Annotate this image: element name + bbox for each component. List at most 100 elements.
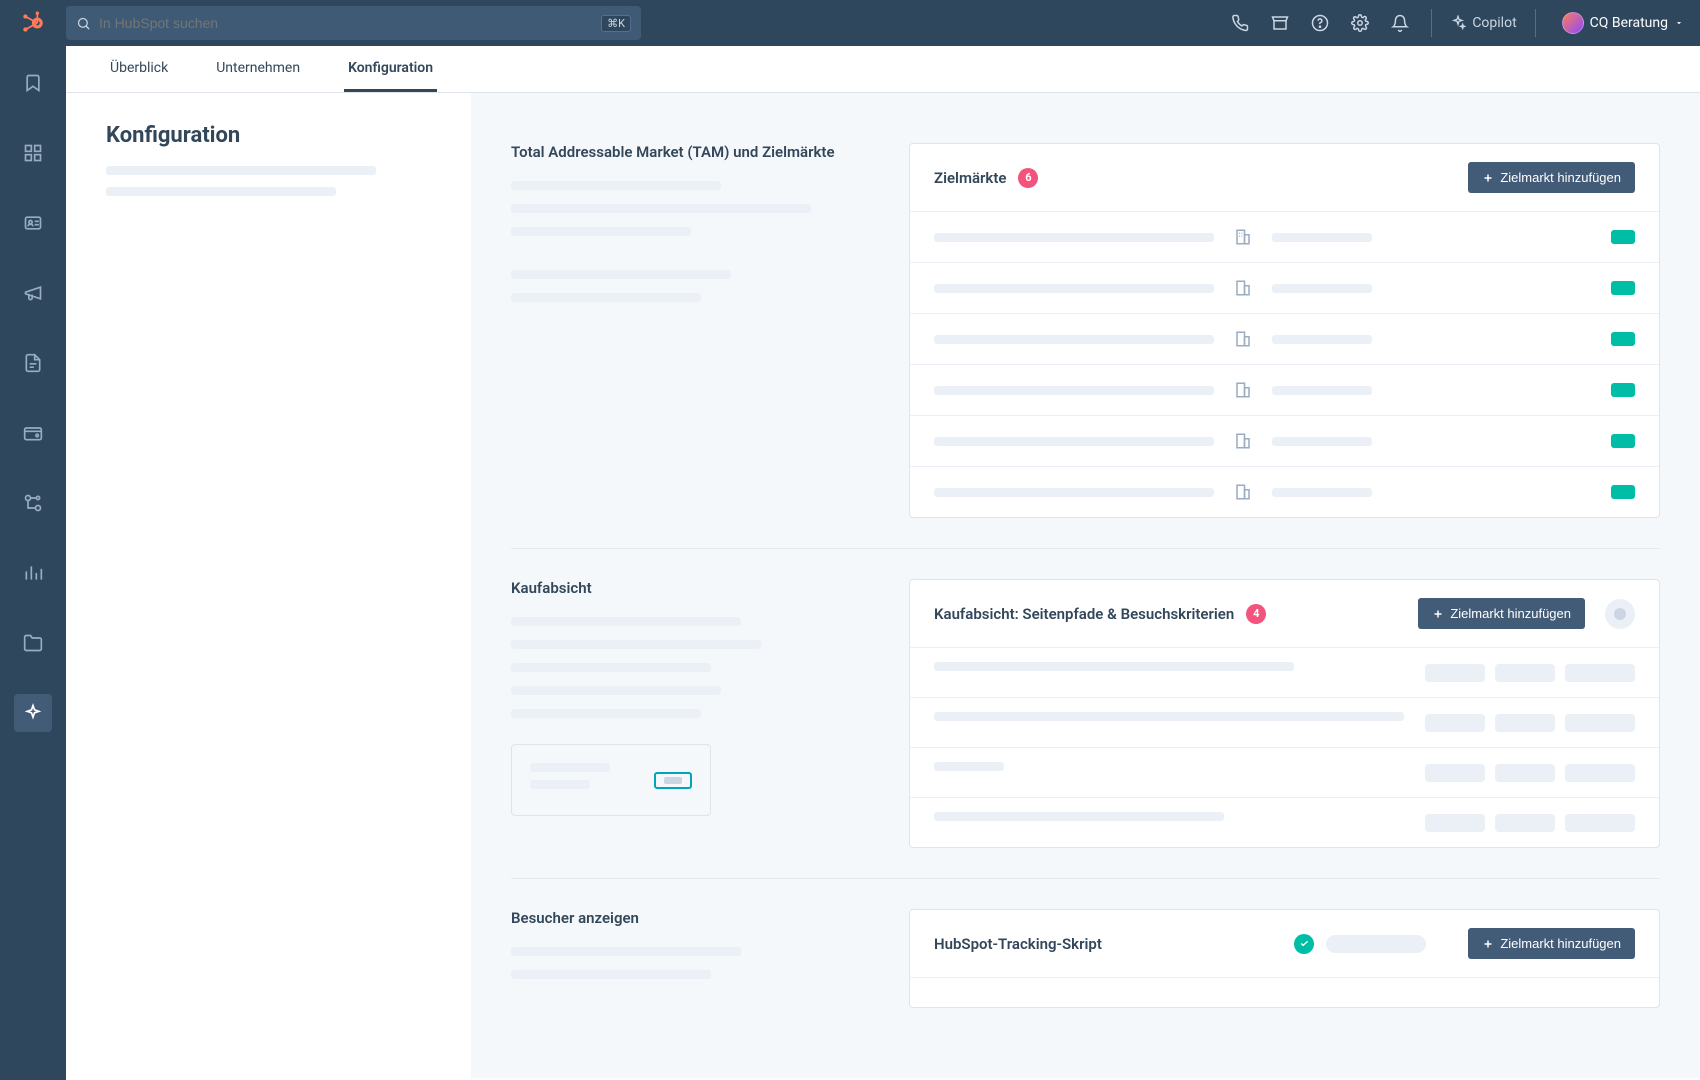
skeleton-line (511, 181, 721, 190)
contact-card-icon (23, 213, 43, 233)
add-intent-button[interactable]: Zielmarkt hinzufügen (1418, 598, 1585, 629)
plus-icon (1432, 608, 1444, 620)
intent-row[interactable] (910, 647, 1659, 697)
hubspot-logo[interactable] (0, 10, 66, 36)
targets-panel-title: Zielmärkte (934, 169, 1006, 187)
bar-chart-icon (23, 563, 43, 583)
skeleton-line (1272, 386, 1372, 395)
add-tracking-label: Zielmarkt hinzufügen (1500, 936, 1621, 951)
skeleton-line (511, 686, 721, 695)
nav-commerce[interactable] (14, 414, 52, 452)
plus-icon (1482, 172, 1494, 184)
grid-icon (23, 143, 43, 163)
target-row[interactable] (910, 364, 1659, 415)
page-tabs: Überblick Unternehmen Konfiguration (66, 46, 1700, 93)
target-row[interactable] (910, 313, 1659, 364)
nav-marketing[interactable] (14, 274, 52, 312)
illustration-card (511, 744, 711, 816)
nav-ai[interactable] (14, 694, 52, 732)
target-row[interactable] (910, 211, 1659, 262)
status-tag (1611, 383, 1635, 397)
skeleton-line (934, 488, 1214, 497)
topbar-right: Copilot CQ Beratung (1231, 9, 1684, 37)
skeleton-line (934, 284, 1214, 293)
section-tam: Total Addressable Market (TAM) und Zielm… (511, 113, 1660, 549)
copilot-button[interactable]: Copilot (1431, 9, 1535, 37)
skeleton-line (934, 437, 1214, 446)
tab-companies[interactable]: Unternehmen (212, 46, 304, 92)
building-icon (1234, 330, 1252, 348)
skeleton-line (511, 663, 711, 672)
skeleton-pill (1425, 664, 1485, 682)
gear-icon[interactable] (1351, 14, 1369, 32)
section-visitors-title: Besucher anzeigen (511, 909, 869, 927)
topbar: ⌘K Copilot CQ Beratung (0, 0, 1700, 46)
building-icon (1234, 381, 1252, 399)
tab-configuration[interactable]: Konfiguration (344, 46, 437, 92)
skeleton-line (1272, 335, 1372, 344)
target-row[interactable] (910, 415, 1659, 466)
bookmark-icon (23, 73, 43, 93)
skeleton-pill (1495, 664, 1555, 682)
status-tag (1611, 485, 1635, 499)
skeleton-line (1272, 284, 1372, 293)
hubspot-logo-icon (20, 10, 46, 36)
intent-row[interactable] (910, 697, 1659, 747)
nav-library[interactable] (14, 624, 52, 662)
help-icon[interactable] (1311, 14, 1329, 32)
section-tam-right: Zielmärkte 6 Zielmarkt hinzufügen (909, 143, 1660, 518)
nav-bookmarks[interactable] (14, 64, 52, 102)
skeleton-line (511, 617, 741, 626)
skeleton-pill (1495, 814, 1555, 832)
section-visitors-right: HubSpot-Tracking-Skript Zielmarkt hinzuf… (909, 909, 1660, 1008)
skeleton-line (934, 662, 1294, 671)
add-target-label: Zielmarkt hinzufügen (1500, 170, 1621, 185)
tracking-panel-header: HubSpot-Tracking-Skript Zielmarkt hinzuf… (910, 910, 1659, 977)
building-icon (1234, 432, 1252, 450)
intent-row[interactable] (910, 797, 1659, 847)
skeleton-line (511, 947, 741, 956)
building-icon (1234, 279, 1252, 297)
skeleton-pill (1425, 814, 1485, 832)
wallet-icon (23, 423, 43, 443)
section-intent: Kaufabsicht (511, 549, 1660, 879)
search-input[interactable] (99, 15, 601, 31)
building-icon (1234, 483, 1252, 501)
nav-content[interactable] (14, 344, 52, 382)
skeleton-pill (1565, 714, 1635, 732)
section-intent-title: Kaufabsicht (511, 579, 869, 597)
tab-overview[interactable]: Überblick (106, 46, 172, 92)
targets-count-badge: 6 (1018, 168, 1038, 188)
skeleton-pill (1565, 764, 1635, 782)
more-action-pill[interactable] (1605, 599, 1635, 629)
folder-icon (23, 633, 43, 653)
global-search[interactable]: ⌘K (66, 6, 641, 40)
nav-reporting[interactable] (14, 554, 52, 592)
bell-icon[interactable] (1391, 14, 1409, 32)
chip-outline (654, 772, 692, 789)
chevron-down-icon (1674, 18, 1684, 28)
skeleton-line (934, 335, 1214, 344)
sparkle-icon (1450, 15, 1466, 31)
phone-icon[interactable] (1231, 14, 1249, 32)
skeleton-pill (1565, 814, 1635, 832)
nav-automation[interactable] (14, 484, 52, 522)
workflow-icon (23, 493, 43, 513)
skeleton-line (511, 640, 761, 649)
nav-apps[interactable] (14, 134, 52, 172)
add-tracking-button[interactable]: Zielmarkt hinzufügen (1468, 928, 1635, 959)
page-body: Konfiguration Total Addressable Market (… (66, 93, 1700, 1078)
skeleton-line (106, 166, 376, 175)
skeleton-pill (1425, 764, 1485, 782)
add-target-button[interactable]: Zielmarkt hinzufügen (1468, 162, 1635, 193)
intent-panel: Kaufabsicht: Seitenpfade & Besuchskriter… (909, 579, 1660, 848)
search-icon (76, 16, 91, 31)
target-row[interactable] (910, 466, 1659, 517)
skeleton-line (934, 386, 1214, 395)
account-menu[interactable]: CQ Beratung (1558, 12, 1684, 34)
section-tam-left: Total Addressable Market (TAM) und Zielm… (511, 143, 869, 518)
target-row[interactable] (910, 262, 1659, 313)
marketplace-icon[interactable] (1271, 14, 1289, 32)
nav-crm[interactable] (14, 204, 52, 242)
intent-row[interactable] (910, 747, 1659, 797)
